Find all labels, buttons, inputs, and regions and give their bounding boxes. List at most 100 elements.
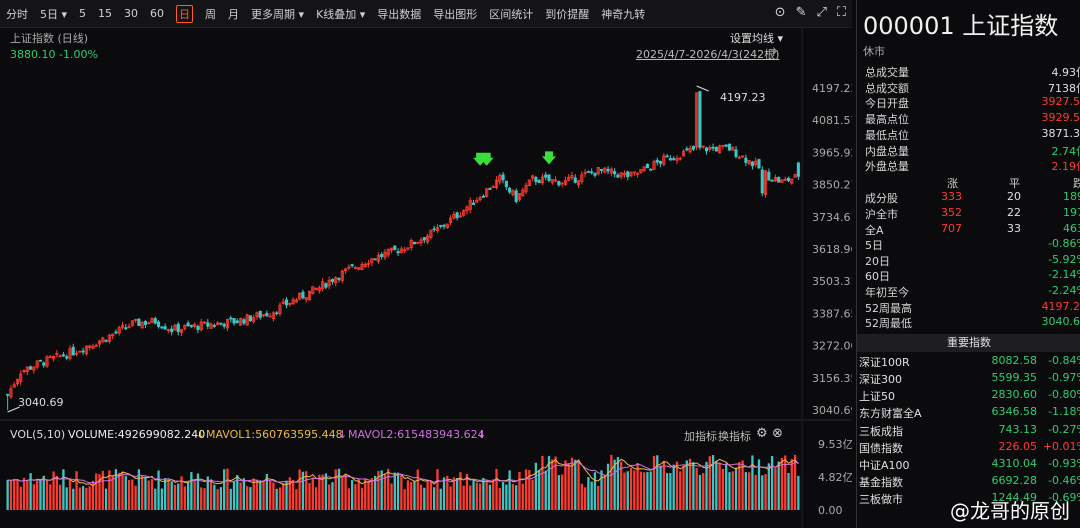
volume-bar (577, 459, 580, 510)
pin-icon[interactable]: ✈ (770, 45, 779, 58)
index-price: 8082.58 (991, 353, 1038, 367)
perf-row: 52周最低 3040.69 (865, 315, 1080, 331)
volume-bar (790, 458, 793, 510)
volume-bar (485, 481, 488, 510)
draw-icon[interactable]: ✎ (796, 5, 807, 20)
toolbar-item[interactable]: K线叠加 ▾ (316, 6, 365, 22)
volume-bar (314, 487, 318, 510)
volume-bar (692, 462, 695, 510)
volume-bar (574, 459, 577, 510)
candle-body (471, 202, 476, 205)
index-row[interactable]: 东方财富全A 6346.58 -1.18% (859, 405, 1080, 422)
index-row[interactable]: 上证50 2830.60 -0.80% (859, 388, 1080, 405)
candle-body (170, 328, 174, 333)
index-row[interactable]: 三板成指 743.13 -0.27% (859, 423, 1080, 440)
volume-bar (341, 477, 344, 510)
toolbar-item[interactable]: 5 (79, 7, 86, 20)
toolbar-item[interactable]: 5日 ▾ (40, 6, 67, 22)
volume-bar (272, 482, 275, 510)
volume-bar (675, 461, 679, 510)
candle-body (38, 359, 42, 362)
collapse-icon[interactable]: ⊙ (775, 5, 786, 20)
toolbar-item[interactable]: 神奇九转 (601, 6, 645, 22)
quote-row: 总成交额 7138亿 (865, 80, 1080, 96)
candle-body (143, 320, 147, 325)
toolbar-item[interactable]: 分时 (6, 6, 28, 22)
breadth-flat: 22 (1007, 206, 1021, 219)
volume-bar (200, 487, 203, 510)
y-axis-tick: 3850.27 (812, 179, 852, 192)
volume-bar (239, 482, 242, 510)
candle-body (268, 315, 272, 318)
index-row[interactable]: 深证300 5599.35 -0.97% (859, 371, 1080, 388)
index-name: 深证300 (859, 373, 902, 386)
toolbar-item[interactable]: 15 (98, 7, 112, 20)
index-change: -0.97% (1048, 371, 1080, 384)
change-indicator-button[interactable]: 换指标 (718, 428, 751, 444)
breadth-down: 1895 (1063, 190, 1080, 204)
toolbar-item[interactable]: 周 (205, 6, 216, 22)
toolbar-item[interactable]: 30 (124, 7, 138, 20)
fullscreen-icon[interactable]: ⛶ (837, 5, 846, 20)
toolbar-item[interactable]: 月 (228, 6, 239, 22)
quote-label: 总成交量 (865, 66, 909, 79)
volume-bar (665, 473, 669, 510)
perf-label: 52周最高 (865, 301, 912, 315)
volume-bar (232, 481, 236, 510)
ma-settings-button[interactable]: 设置均线 ▾ (730, 30, 783, 46)
toolbar-item[interactable]: 60 (150, 7, 164, 20)
close-icon[interactable]: ⊗ (772, 426, 783, 441)
index-row[interactable]: 深证100R 8082.58 -0.84% (859, 354, 1080, 371)
volume-bar (728, 472, 731, 510)
toolbar-item[interactable]: 日 (176, 4, 194, 23)
expand-icon[interactable]: ⤢ (816, 5, 826, 20)
candle-body (606, 168, 610, 172)
volume-bar (721, 468, 725, 510)
volume-bar (390, 483, 393, 510)
quote-label: 内盘总量 (865, 144, 909, 158)
breadth-up: 707 (941, 221, 962, 235)
toolbar-item[interactable]: 导出图形 (433, 6, 477, 22)
quote-row: 最低点位 3871.30 (865, 127, 1080, 143)
index-change: -0.46% (1048, 474, 1080, 488)
date-range[interactable]: 2025/4/7-2026/4/3(242根) (636, 46, 779, 62)
index-price: 226.05 (998, 439, 1038, 453)
volume-bar (462, 485, 465, 510)
volume-bar (219, 487, 223, 510)
volume-bar (734, 467, 738, 510)
toolbar-item[interactable]: 更多周期 ▾ (251, 6, 304, 22)
volume-bar (403, 489, 406, 510)
volume-bar (413, 480, 416, 510)
volume-bar (626, 471, 629, 510)
volume-bar (767, 463, 770, 510)
ma2-arrow-icon-2: ↓ (477, 428, 487, 441)
candle-body (284, 299, 289, 306)
volume-bar (85, 487, 88, 510)
volume-bar (173, 484, 177, 510)
gear-icon[interactable]: ⚙ (756, 426, 768, 441)
toolbar-item[interactable]: 导出数据 (377, 6, 421, 22)
index-row[interactable]: 中证A100 4310.04 -0.93% (859, 457, 1080, 474)
index-row[interactable]: 国债指数 226.05 +0.01% (859, 440, 1080, 457)
volume-bar (603, 475, 606, 510)
add-indicator-button[interactable]: 加指标 (684, 428, 717, 444)
volume-bar (118, 472, 121, 510)
volume-bar (19, 486, 22, 510)
candle-body (157, 321, 161, 327)
candle-body (124, 327, 128, 330)
candle-body (176, 323, 180, 333)
toolbar-item[interactable]: 区间统计 (489, 6, 533, 22)
index-row[interactable]: 基金指数 6692.28 -0.46% (859, 474, 1080, 491)
volume-bar (45, 480, 49, 510)
volume-bar (518, 471, 521, 510)
volume-bar (472, 479, 475, 510)
volume-bar (154, 488, 157, 510)
volume-bar (318, 474, 321, 510)
index-change: -0.27% (1048, 422, 1080, 436)
perf-value: -5.92% (1048, 252, 1080, 266)
candle-body (727, 143, 732, 151)
candle-body (757, 159, 761, 169)
kline-chart-area[interactable]: 4197.23 4081.57 3965.92 3850.27 3734.61 3618.… (0, 28, 852, 528)
toolbar-item[interactable]: 到价提醒 (545, 6, 589, 22)
perf-value: -0.86% (1048, 237, 1080, 251)
